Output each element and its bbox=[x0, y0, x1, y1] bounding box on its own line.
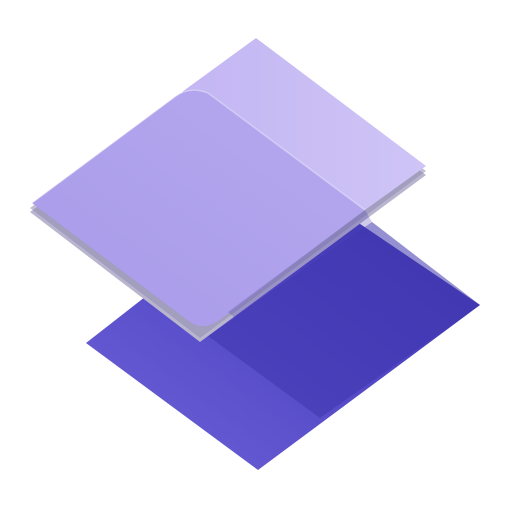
icon-canvas bbox=[0, 0, 512, 512]
stacked-layers-icon bbox=[30, 38, 480, 470]
